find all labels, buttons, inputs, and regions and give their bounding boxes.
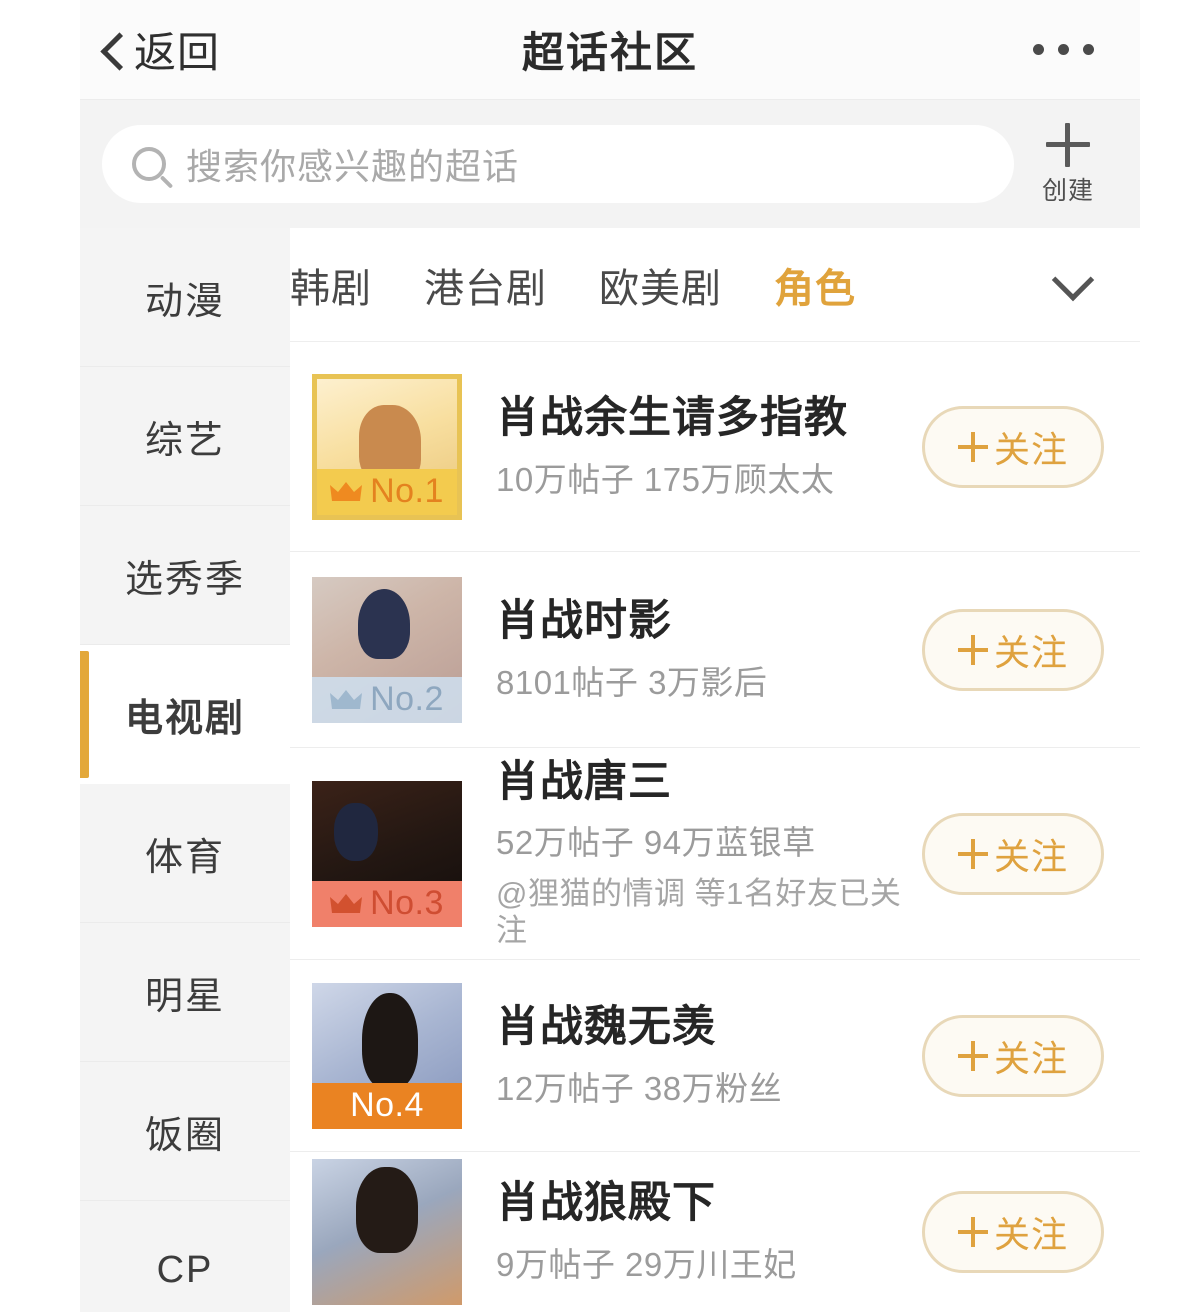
sidebar-item-label: 选秀季 [124,558,245,601]
follow-button-label: 关注 [993,428,1068,470]
list-item-text: 肖战余生请多指教 10万帖子 175万顾太太 [462,394,922,499]
subtab-bar[interactable]: 韩剧 港台剧 欧美剧 角色 [290,228,1140,342]
topic-stats: 10万帖子 175万顾太太 [496,460,835,498]
topic-title: 肖战狼殿下 [496,1179,716,1228]
sidebar-item-sports[interactable]: 体育 [80,784,290,923]
avatar: No.1 [312,373,462,520]
chevron-down-icon [1051,258,1095,301]
list-item[interactable]: No.2 肖战时影 8101帖子 3万影后 关注 [290,552,1140,748]
topic-title: 肖战魏无羡 [496,1002,716,1051]
rank-badge: No.3 [312,880,462,927]
category-sidebar[interactable]: 动漫 综艺 选秀季 电视剧 体育 明星 饭圈 CP [80,228,290,1312]
sidebar-item-cp[interactable]: CP [80,1201,290,1312]
topic-stats: 12万帖子 38万粉丝 [496,1069,783,1107]
sidebar-item-tv-drama[interactable]: 电视剧 [80,645,290,784]
search-icon [132,147,166,181]
expand-tabs-button[interactable] [1050,257,1106,313]
sidebar-item-talent-show[interactable]: 选秀季 [80,506,290,645]
list-item[interactable]: No.4 肖战魏无羡 12万帖子 38万粉丝 关注 [290,960,1140,1152]
sidebar-item-label: 体育 [144,836,225,879]
sidebar-item-celebrity[interactable]: 明星 [80,923,290,1062]
topic-list-panel: 韩剧 港台剧 欧美剧 角色 No.1 肖战余生请多指教 10万帖子 175万顾太… [290,228,1140,1312]
more-dot [1058,44,1069,55]
app-screen: 返回 超话社区 搜索你感兴趣的超话 创建 动漫 综艺 选秀季 电视剧 体育 明星… [80,0,1140,1312]
search-input[interactable]: 搜索你感兴趣的超话 [102,125,1014,203]
sidebar-item-label: 电视剧 [124,698,245,740]
more-dot [1033,44,1044,55]
list-item-text: 肖战时影 8101帖子 3万影后 [462,597,922,702]
page-title: 超话社区 [521,29,698,76]
topic-title: 肖战余生请多指教 [496,393,848,442]
plus-icon [957,634,988,665]
search-bar: 搜索你感兴趣的超话 创建 [80,100,1140,228]
content-area: 动漫 综艺 选秀季 电视剧 体育 明星 饭圈 CP 韩剧 港台剧 欧美剧 角色 … [80,228,1140,1312]
plus-icon [957,838,988,869]
follow-button[interactable]: 关注 [922,405,1104,488]
sidebar-item-variety[interactable]: 综艺 [80,367,290,506]
crown-icon [330,688,363,712]
plus-icon [957,1040,988,1071]
topic-title: 肖战时影 [496,596,672,645]
rank-label: No.1 [370,472,444,510]
follow-button[interactable]: 关注 [922,1014,1104,1097]
navigation-bar: 返回 超话社区 [80,0,1140,100]
topic-title: 肖战唐三 [496,757,672,806]
sidebar-item-label: 明星 [144,975,225,1018]
search-placeholder: 搜索你感兴趣的超话 [186,146,520,187]
more-dot [1083,44,1094,55]
plus-icon [957,1217,988,1247]
crown-icon [330,892,363,916]
tab-hk-tw-drama[interactable]: 港台剧 [424,256,547,314]
follow-button-label: 关注 [993,1037,1068,1079]
rank-badge: No.4 [312,1082,462,1129]
topic-friends-note: @狸猫的情调 等1名好友已关注 [496,876,902,949]
avatar: No.3 [312,780,462,927]
rank-badge: No.2 [312,676,462,723]
follow-button-label: 关注 [993,835,1068,877]
sidebar-item-label: CP [156,1248,214,1291]
list-item[interactable]: No.3 肖战唐三 52万帖子 94万蓝银草 @狸猫的情调 等1名好友已关注 关… [290,748,1140,960]
list-item[interactable]: No.1 肖战余生请多指教 10万帖子 175万顾太太 关注 [290,342,1140,552]
create-button[interactable]: 创建 [1014,121,1122,207]
list-item[interactable]: 肖战狼殿下 9万帖子 29万川王妃 关注 [290,1152,1140,1312]
sidebar-item-label: 动漫 [144,280,225,323]
plus-icon [1044,121,1092,169]
follow-button-label: 关注 [993,1214,1068,1255]
avatar: No.2 [312,576,462,723]
topic-stats: 8101帖子 3万影后 [496,663,768,701]
sidebar-item-label: 综艺 [144,419,225,462]
topic-stats: 52万帖子 94万蓝银草 [496,824,816,862]
create-button-label: 创建 [1041,177,1094,205]
tab-western-drama[interactable]: 欧美剧 [599,256,722,314]
tab-korean-drama[interactable]: 韩剧 [290,256,372,314]
list-item-text: 肖战唐三 52万帖子 94万蓝银草 @狸猫的情调 等1名好友已关注 [462,758,922,950]
rank-label: No.4 [350,1086,424,1124]
sidebar-item-label: 饭圈 [144,1114,225,1157]
avatar: No.4 [312,982,462,1129]
crown-icon [330,480,363,504]
sidebar-item-anime[interactable]: 动漫 [80,228,290,367]
avatar-image [312,1159,462,1305]
more-options-button[interactable] [1033,44,1094,55]
list-item-text: 肖战狼殿下 9万帖子 29万川王妃 [462,1179,922,1284]
avatar [312,1159,462,1305]
sidebar-item-fandom[interactable]: 饭圈 [80,1062,290,1201]
follow-button[interactable]: 关注 [922,1191,1104,1273]
follow-button[interactable]: 关注 [922,812,1104,895]
follow-button-label: 关注 [993,631,1068,673]
rank-label: No.3 [370,884,444,922]
list-item-text: 肖战魏无羡 12万帖子 38万粉丝 [462,1003,922,1108]
tab-character[interactable]: 角色 [774,256,856,314]
rank-badge: No.1 [317,468,457,515]
rank-label: No.2 [370,680,444,718]
follow-button[interactable]: 关注 [922,608,1104,691]
topic-stats: 9万帖子 29万川王妃 [496,1246,797,1284]
plus-icon [957,431,988,462]
